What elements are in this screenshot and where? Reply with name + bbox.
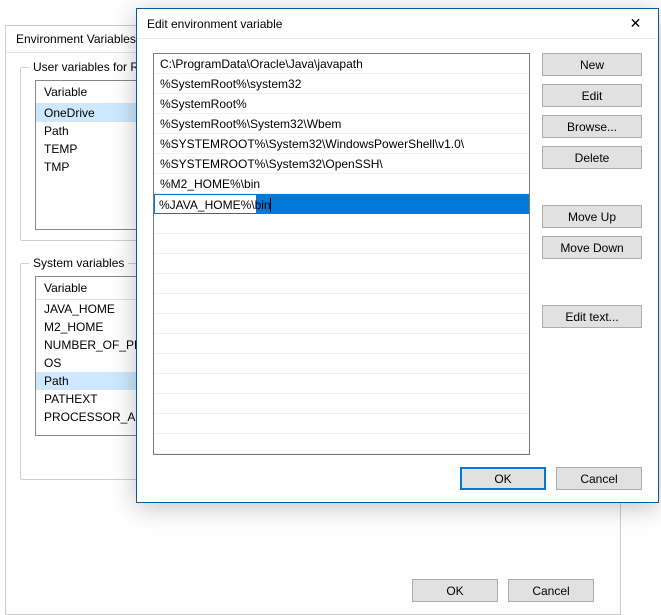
list-item[interactable]: %SystemRoot%\System32\Wbem	[154, 114, 529, 134]
list-item[interactable]: %SystemRoot%	[154, 94, 529, 114]
list-item[interactable]: C:\ProgramData\Oracle\Java\javapath	[154, 54, 529, 74]
delete-button[interactable]: Delete	[542, 146, 642, 169]
env-cancel-button[interactable]: Cancel	[508, 579, 594, 602]
edit-environment-variable-dialog: Edit environment variable ✕ C:\ProgramDa…	[136, 8, 659, 503]
path-entries-list[interactable]: C:\ProgramData\Oracle\Java\javapath%Syst…	[153, 53, 530, 455]
list-item[interactable]: .	[154, 234, 529, 254]
list-item[interactable]: .	[154, 334, 529, 354]
edit-dialog-titlebar[interactable]: Edit environment variable ✕	[137, 9, 658, 39]
browse-button[interactable]: Browse...	[542, 115, 642, 138]
list-item[interactable]: .	[154, 374, 529, 394]
list-item[interactable]: %SYSTEMROOT%\System32\OpenSSH\	[154, 154, 529, 174]
close-icon[interactable]: ✕	[613, 9, 658, 39]
edit-button[interactable]: Edit	[542, 84, 642, 107]
list-item-editing[interactable]: %JAVA_HOME%\bin	[154, 194, 529, 214]
move-up-button[interactable]: Move Up	[542, 205, 642, 228]
list-item[interactable]: .	[154, 434, 529, 454]
new-button[interactable]: New	[542, 53, 642, 76]
list-item[interactable]: .	[154, 274, 529, 294]
list-item[interactable]: .	[154, 414, 529, 434]
edit-text-button[interactable]: Edit text...	[542, 305, 642, 328]
list-item[interactable]: .	[154, 214, 529, 234]
edit-ok-button[interactable]: OK	[460, 467, 546, 490]
env-ok-button[interactable]: OK	[412, 579, 498, 602]
list-item[interactable]: .	[154, 294, 529, 314]
list-item[interactable]: %M2_HOME%\bin	[154, 174, 529, 194]
list-item[interactable]: .	[154, 254, 529, 274]
list-item[interactable]: .	[154, 354, 529, 374]
user-variables-legend: User variables for RA	[29, 60, 151, 74]
edit-dialog-title: Edit environment variable	[147, 17, 282, 31]
system-variables-legend: System variables	[29, 256, 128, 270]
list-item[interactable]: %SYSTEMROOT%\System32\WindowsPowerShell\…	[154, 134, 529, 154]
list-item[interactable]: .	[154, 314, 529, 334]
path-edit-input[interactable]: %JAVA_HOME%\bin	[155, 195, 256, 213]
move-down-button[interactable]: Move Down	[542, 236, 642, 259]
list-item[interactable]: .	[154, 394, 529, 414]
list-item[interactable]: %SystemRoot%\system32	[154, 74, 529, 94]
edit-cancel-button[interactable]: Cancel	[556, 467, 642, 490]
